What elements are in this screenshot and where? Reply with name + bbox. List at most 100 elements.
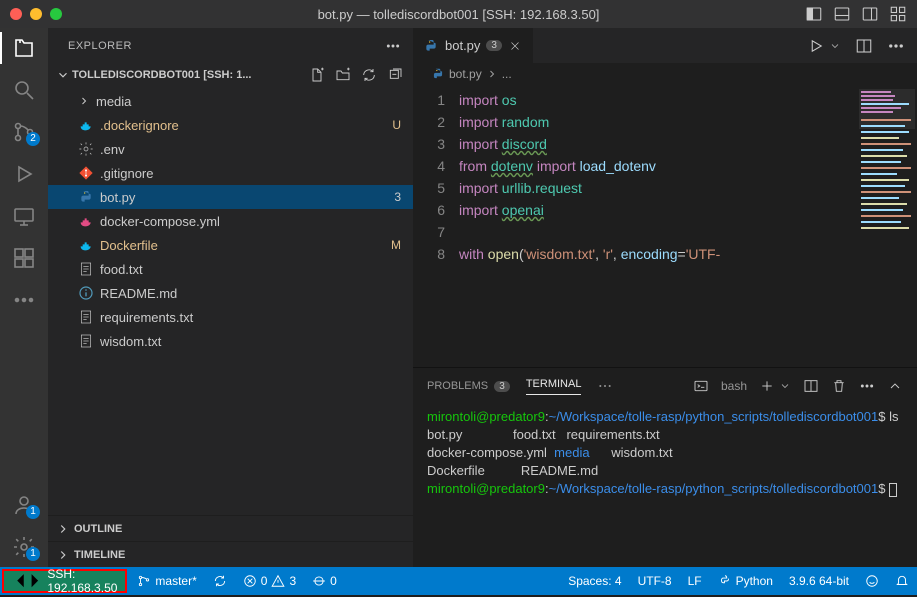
line-gutter: 12345678 — [413, 85, 459, 367]
folder-header[interactable]: TOLLEDISCORDBOT001 [SSH: 1... — [48, 63, 413, 87]
settings-badge: 1 — [26, 547, 40, 561]
python-icon — [78, 189, 94, 205]
add-terminal-icon[interactable] — [759, 378, 775, 394]
branch-status[interactable]: master* — [129, 567, 204, 595]
more-activity[interactable] — [0, 288, 48, 312]
timeline-section[interactable]: TIMELINE — [48, 541, 413, 567]
terminal-tab[interactable]: TERMINAL — [526, 378, 582, 395]
encoding-status[interactable]: UTF-8 — [630, 567, 680, 595]
shell-name[interactable]: bash — [721, 379, 747, 393]
tree-item-file[interactable]: .env — [48, 137, 413, 161]
feedback-status[interactable] — [857, 567, 887, 595]
eol-status[interactable]: LF — [680, 567, 710, 595]
refresh-icon[interactable] — [361, 67, 377, 83]
editor-tab[interactable]: bot.py 3 — [413, 28, 533, 63]
tree-item-file[interactable]: food.txt — [48, 257, 413, 281]
editor-area: bot.py 3 bot.py ... 12345678 — [413, 28, 917, 567]
terminal-content[interactable]: mirontoli@predator9:~/Workspace/tolle-ra… — [413, 404, 917, 567]
tree-item-file[interactable]: README.md — [48, 281, 413, 305]
file-label: bot.py — [100, 190, 388, 205]
text-icon — [78, 309, 94, 325]
scm-activity[interactable]: 2 — [0, 120, 48, 144]
split-editor-icon[interactable] — [855, 37, 873, 55]
new-file-icon[interactable] — [309, 67, 325, 83]
git-icon — [78, 165, 94, 181]
toggle-panel-bottom-icon[interactable] — [833, 5, 851, 23]
accounts-activity[interactable]: 1 — [0, 493, 48, 517]
chevron-down-icon[interactable] — [829, 37, 841, 55]
file-status: M — [391, 238, 401, 252]
scm-badge: 2 — [26, 132, 40, 146]
more-icon[interactable] — [597, 378, 613, 394]
collapse-all-icon[interactable] — [387, 67, 403, 83]
folder-name: TOLLEDISCORDBOT001 [SSH: 1... — [72, 69, 252, 81]
outline-label: OUTLINE — [74, 523, 122, 535]
ports-status[interactable]: 0 — [304, 567, 345, 595]
docker-icon — [78, 237, 94, 253]
tree-item-file-selected[interactable]: bot.py 3 — [48, 185, 413, 209]
file-label: media — [96, 94, 401, 109]
search-activity[interactable] — [0, 78, 48, 102]
settings-activity[interactable]: 1 — [0, 535, 48, 559]
breadcrumbs[interactable]: bot.py ... — [413, 63, 917, 85]
new-folder-icon[interactable] — [335, 67, 351, 83]
explorer-sidebar: EXPLORER TOLLEDISCORDBOT001 [SSH: 1... m… — [48, 28, 413, 567]
tree-item-file[interactable]: .dockerignore U — [48, 113, 413, 137]
tree-item-file[interactable]: Dockerfile M — [48, 233, 413, 257]
spaces-status[interactable]: Spaces: 4 — [560, 567, 629, 595]
chevron-down-icon[interactable] — [779, 378, 791, 394]
bottom-panel: PROBLEMS 3 TERMINAL bash mirontoli@preda… — [413, 367, 917, 567]
python-version-status[interactable]: 3.9.6 64-bit — [781, 567, 857, 595]
tree-item-folder[interactable]: media — [48, 89, 413, 113]
breadcrumb-file: bot.py — [449, 67, 482, 81]
code-lines: import os import random import discord f… — [459, 85, 857, 367]
maximize-window-icon[interactable] — [50, 8, 62, 20]
split-terminal-icon[interactable] — [803, 378, 819, 394]
customize-layout-icon[interactable] — [889, 5, 907, 23]
close-icon[interactable] — [508, 39, 522, 53]
toggle-panel-left-icon[interactable] — [805, 5, 823, 23]
file-label: .dockerignore — [100, 118, 386, 133]
file-status: U — [392, 118, 401, 132]
explorer-title: EXPLORER — [68, 40, 132, 52]
python-icon — [423, 38, 439, 54]
minimap[interactable] — [857, 85, 917, 367]
sync-status[interactable] — [205, 567, 235, 595]
close-window-icon[interactable] — [10, 8, 22, 20]
shell-icon — [693, 378, 709, 394]
tree-item-file[interactable]: docker-compose.yml — [48, 209, 413, 233]
tab-label: bot.py — [445, 38, 480, 53]
breadcrumb-rest: ... — [502, 67, 512, 81]
tree-item-file[interactable]: requirements.txt — [48, 305, 413, 329]
language-status[interactable]: Python — [710, 567, 781, 595]
tree-item-file[interactable]: wisdom.txt — [48, 329, 413, 353]
minimize-window-icon[interactable] — [30, 8, 42, 20]
file-status: 3 — [394, 190, 401, 204]
file-label: requirements.txt — [100, 310, 401, 325]
chevron-right-icon — [56, 548, 70, 562]
explorer-more-icon[interactable] — [385, 38, 401, 54]
outline-section[interactable]: OUTLINE — [48, 515, 413, 541]
extensions-activity[interactable] — [0, 246, 48, 270]
toggle-panel-right-icon[interactable] — [861, 5, 879, 23]
trash-icon[interactable] — [831, 378, 847, 394]
more-icon[interactable] — [859, 378, 875, 394]
file-label: docker-compose.yml — [100, 214, 401, 229]
remote-ssh-status[interactable]: SSH: 192.168.3.50 — [2, 569, 127, 593]
info-icon — [78, 285, 94, 301]
tree-item-file[interactable]: .gitignore — [48, 161, 413, 185]
chevron-right-icon — [78, 95, 90, 107]
run-icon[interactable] — [807, 37, 825, 55]
problems-status[interactable]: 0 3 — [235, 567, 304, 595]
chevron-up-icon[interactable] — [887, 378, 903, 394]
remote-explorer-activity[interactable] — [0, 204, 48, 228]
explorer-activity[interactable] — [0, 36, 48, 60]
code-editor[interactable]: 12345678 import os import random import … — [413, 85, 917, 367]
problems-tab[interactable]: PROBLEMS 3 — [427, 380, 510, 392]
run-debug-activity[interactable] — [0, 162, 48, 186]
file-label: food.txt — [100, 262, 401, 277]
chevron-right-icon — [56, 522, 70, 536]
title-bar: bot.py — tollediscordbot001 [SSH: 192.16… — [0, 0, 917, 28]
more-icon[interactable] — [887, 37, 905, 55]
notifications-status[interactable] — [887, 567, 917, 595]
